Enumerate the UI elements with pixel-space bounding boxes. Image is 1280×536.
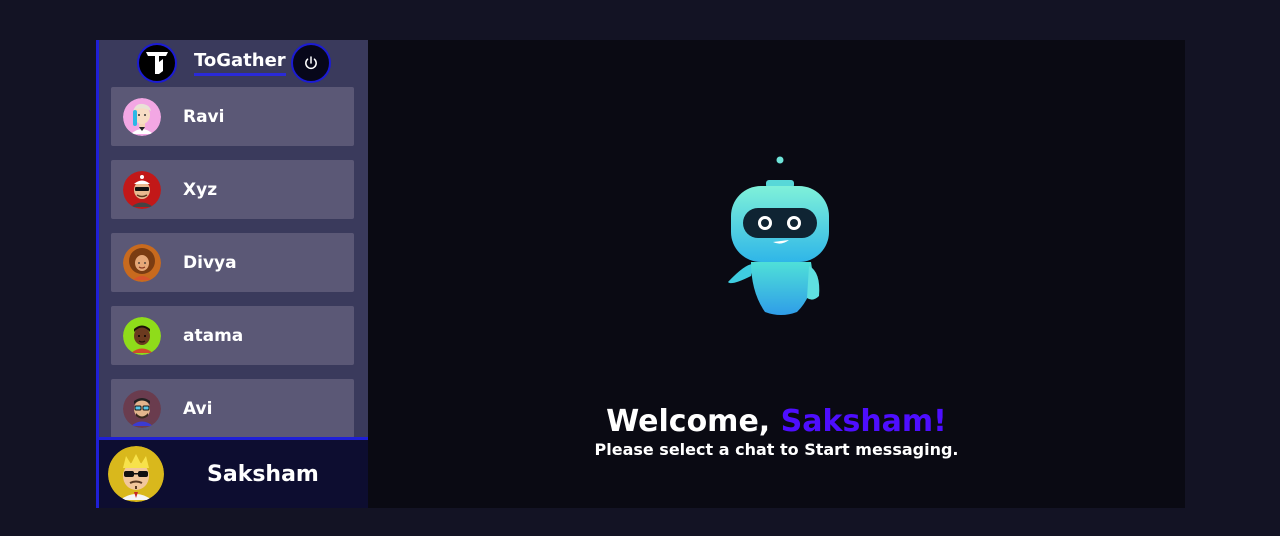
welcome-heading: Welcome, Saksham!	[368, 402, 1185, 442]
avatar	[123, 389, 161, 428]
avatar	[123, 97, 161, 136]
contact-list: Ravi Xyz Divya atama Avi	[111, 87, 354, 452]
robot-illustration	[723, 152, 838, 321]
contact-name: Divya	[183, 252, 237, 273]
contact-name: Xyz	[183, 179, 218, 200]
logout-button[interactable]	[291, 43, 331, 83]
welcome-subtitle: Please select a chat to Start messaging.	[594, 440, 959, 459]
sidebar: ToGather Ravi Xyz Divya atama Avi Saksha…	[96, 40, 371, 508]
avatar	[123, 170, 161, 209]
avatar	[108, 446, 164, 502]
contact-item[interactable]: Xyz	[111, 160, 354, 219]
contact-name: Ravi	[183, 106, 225, 127]
contact-name: atama	[183, 325, 244, 346]
contact-item[interactable]: Divya	[111, 233, 354, 292]
welcome-panel: Welcome, Saksham! Please select a chat t…	[368, 40, 1185, 508]
current-user-panel: Saksham	[96, 437, 371, 508]
app-title: ToGather	[194, 50, 286, 76]
welcome-username: Saksham!	[780, 404, 947, 439]
chat-app: ToGather Ravi Xyz Divya atama Avi Saksha…	[96, 40, 1185, 508]
contact-item[interactable]: Ravi	[111, 87, 354, 146]
power-icon	[305, 56, 317, 70]
avatar	[123, 316, 161, 355]
contact-item[interactable]: Avi	[111, 379, 354, 438]
welcome-greeting: Welcome,	[606, 404, 771, 439]
contact-item[interactable]: atama	[111, 306, 354, 365]
brand-header: ToGather	[99, 40, 368, 87]
contact-name: Avi	[183, 398, 213, 419]
current-user-name: Saksham	[207, 461, 319, 487]
avatar	[123, 243, 161, 282]
togather-logo-icon	[137, 43, 177, 83]
